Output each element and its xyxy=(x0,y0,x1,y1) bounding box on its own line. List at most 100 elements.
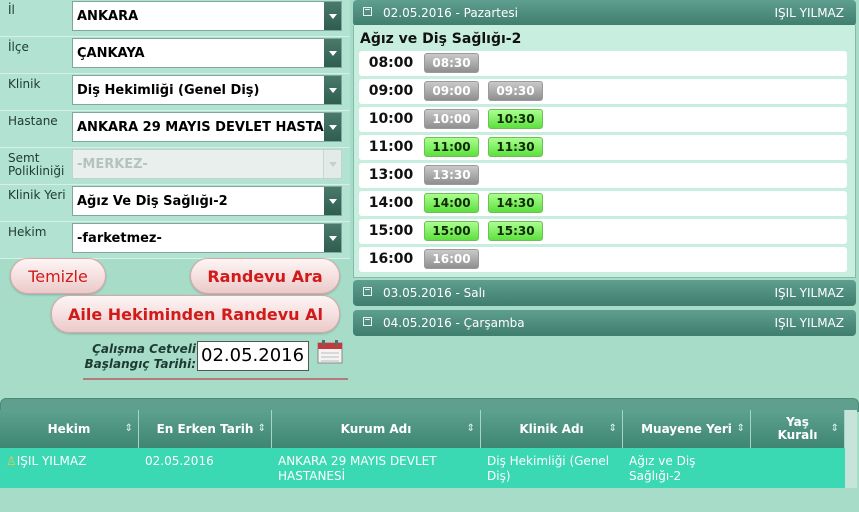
calendar-small-icon xyxy=(363,287,372,296)
klinik-label: Klinik xyxy=(8,77,41,91)
col-label: Kurum Adı xyxy=(340,421,412,436)
calendar-icon[interactable] xyxy=(317,340,343,364)
semt-select: -MERKEZ- xyxy=(72,149,342,179)
hekim-label: Hekim xyxy=(8,225,47,239)
chevron-down-icon[interactable] xyxy=(324,2,341,30)
semt-label: Semt Polikliniği xyxy=(8,152,64,178)
col-tarih[interactable]: En Erken Tarih ⇕ xyxy=(139,410,272,448)
il-label: İl xyxy=(8,3,15,17)
klinik-yeri-value: Ağız Ve Diş Sağlığı-2 xyxy=(77,194,228,209)
temizle-button[interactable]: Temizle xyxy=(10,258,106,294)
hastane-row: Hastane ANKARA 29 MAYIS DEVLET HASTANESİ xyxy=(0,111,350,148)
date-filter: Çalışma Cetveli Başlangıç Tarihi: 02.05.… xyxy=(83,338,348,380)
semt-value: -MERKEZ- xyxy=(77,157,148,172)
semt-label-line2: Polikliniği xyxy=(8,164,65,178)
slot-available-button[interactable]: 14:00 xyxy=(424,193,479,213)
col-label: Klinik Adı xyxy=(519,421,584,436)
hour-label: 11:00 xyxy=(368,139,414,155)
sort-icon[interactable]: ⇕ xyxy=(831,422,839,435)
il-select[interactable]: ANKARA xyxy=(72,1,342,31)
sort-icon[interactable]: ⇕ xyxy=(125,422,133,435)
slot-available-button[interactable]: 11:00 xyxy=(424,137,479,157)
hour-row: 09:00 09:00 09:30 xyxy=(359,79,847,104)
hour-row: 16:00 16:00 xyxy=(359,247,847,272)
il-row: İl ANKARA xyxy=(0,0,350,37)
klinik-yeri-label: Klinik Yeri xyxy=(8,188,66,202)
hour-label: 14:00 xyxy=(368,195,414,211)
il-value: ANKARA xyxy=(77,9,139,24)
day-date: 04.05.2016 - Çarşamba xyxy=(383,316,525,330)
chevron-down-icon[interactable] xyxy=(324,113,341,141)
hastane-select[interactable]: ANKARA 29 MAYIS DEVLET HASTANESİ xyxy=(72,112,342,142)
day-doctor: IŞIL YILMAZ xyxy=(774,286,844,300)
hour-row: 14:00 14:00 14:30 xyxy=(359,191,847,216)
day-header-2[interactable]: 03.05.2016 - Salı IŞIL YILMAZ xyxy=(353,280,856,306)
hour-row: 13:00 13:30 xyxy=(359,163,847,188)
hour-label: 09:00 xyxy=(368,83,414,99)
day-header-1[interactable]: 02.05.2016 - Pazartesi IŞIL YILMAZ xyxy=(353,0,856,26)
col-hekim[interactable]: Hekim ⇕ xyxy=(0,410,139,448)
table-header: Hekim ⇕ En Erken Tarih ⇕ Kurum Adı ⇕ Klinik… xyxy=(0,410,845,448)
ilce-row: İlçe ÇANKAYA xyxy=(0,37,350,74)
semt-label-line1: Semt xyxy=(8,151,40,165)
col-yas[interactable]: Yaş Kuralı ⇕ xyxy=(751,410,845,448)
start-date-input[interactable]: 02.05.2016 xyxy=(197,341,309,371)
randevu-ara-button[interactable]: Randevu Ara xyxy=(190,258,340,294)
hastane-label: Hastane xyxy=(8,114,58,128)
cell-yer: Ağız ve Diş Sağlığı-2 xyxy=(629,454,696,483)
slot-booked-button: 10:00 xyxy=(424,109,479,129)
klinik-value: Diş Hekimliği (Genel Diş) xyxy=(77,83,260,98)
hour-row: 15:00 15:00 15:30 xyxy=(359,219,847,244)
chevron-down-icon[interactable] xyxy=(324,76,341,104)
hour-row: 11:00 11:00 11:30 xyxy=(359,135,847,160)
hekim-value: -farketmez- xyxy=(77,231,162,246)
col-kurum[interactable]: Kurum Adı ⇕ xyxy=(272,410,481,448)
slot-available-button[interactable]: 15:00 xyxy=(424,221,479,241)
sort-icon[interactable]: ⇕ xyxy=(609,422,617,435)
hour-label: 15:00 xyxy=(368,223,414,239)
day-date: 03.05.2016 - Salı xyxy=(383,286,486,300)
col-label: En Erken Tarih xyxy=(156,421,254,436)
day-header-3[interactable]: 04.05.2016 - Çarşamba IŞIL YILMAZ xyxy=(353,310,856,336)
cell-kurum: ANKARA 29 MAYIS DEVLET HASTANESİ xyxy=(278,454,437,483)
hour-row: 10:00 10:00 10:30 xyxy=(359,107,847,132)
hekim-select[interactable]: -farketmez- xyxy=(72,223,342,253)
klinik-row: Klinik Diş Hekimliği (Genel Diş) xyxy=(0,74,350,111)
sort-icon[interactable]: ⇕ xyxy=(467,422,475,435)
hour-label: 10:00 xyxy=(368,111,414,127)
slot-booked-button: 09:00 xyxy=(424,81,479,101)
hour-row: 08:00 08:30 xyxy=(359,51,847,76)
col-label: Yaş Kuralı xyxy=(777,415,818,442)
ilce-select[interactable]: ÇANKAYA xyxy=(72,38,342,68)
table-scrollbar[interactable] xyxy=(845,410,857,488)
col-yer[interactable]: Muayene Yeri ⇕ xyxy=(623,410,751,448)
cell-tarih: 02.05.2016 xyxy=(145,454,214,468)
chevron-down-icon[interactable] xyxy=(324,187,341,215)
slot-available-button[interactable]: 15:30 xyxy=(488,221,543,241)
klinik-yeri-row: Klinik Yeri Ağız Ve Diş Sağlığı-2 xyxy=(0,185,350,222)
cell-klinik: Diş Hekimliği (Genel Diş) xyxy=(487,454,610,483)
date-filter-label: Çalışma Cetveli Başlangıç Tarihi: xyxy=(83,342,196,372)
day-doctor: IŞIL YILMAZ xyxy=(774,6,844,20)
hour-label: 16:00 xyxy=(368,251,414,267)
date-filter-label-line2: Başlangıç Tarihi: xyxy=(84,357,196,371)
col-label: Hekim xyxy=(47,421,91,436)
user-icon: ♙ xyxy=(6,454,17,468)
chevron-down-icon[interactable] xyxy=(324,224,341,252)
col-label: Muayene Yeri xyxy=(641,421,732,436)
col-klinik[interactable]: Klinik Adı ⇕ xyxy=(481,410,623,448)
cell-yas xyxy=(751,448,845,488)
slot-available-button[interactable]: 14:30 xyxy=(488,193,543,213)
sort-icon[interactable]: ⇕ xyxy=(258,422,266,435)
klinik-select[interactable]: Diş Hekimliği (Genel Diş) xyxy=(72,75,342,105)
date-filter-label-line1: Çalışma Cetveli xyxy=(92,342,196,356)
slot-booked-button: 09:30 xyxy=(488,81,543,101)
table-row[interactable]: ♙IŞIL YILMAZ 02.05.2016 ANKARA 29 MAYIS … xyxy=(0,448,845,488)
klinik-yeri-select[interactable]: Ağız Ve Diş Sağlığı-2 xyxy=(72,186,342,216)
aile-hekiminden-randevu-button[interactable]: Aile Hekiminden Randevu Al xyxy=(51,295,340,333)
slot-available-button[interactable]: 11:30 xyxy=(488,137,543,157)
slot-available-button[interactable]: 10:30 xyxy=(488,109,543,129)
chevron-down-icon[interactable] xyxy=(324,39,341,67)
hour-label: 08:00 xyxy=(368,55,414,71)
sort-icon[interactable]: ⇕ xyxy=(737,422,745,435)
